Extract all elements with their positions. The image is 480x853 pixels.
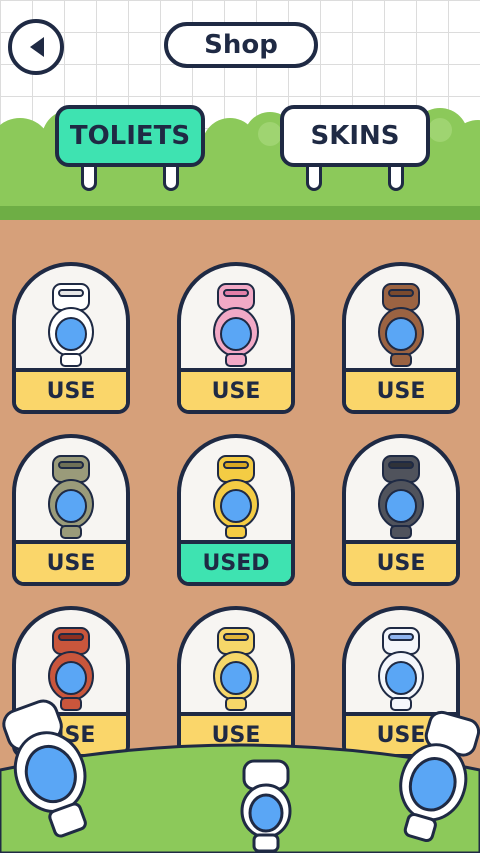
decorative-toilet-left-icon bbox=[2, 699, 87, 838]
use-button[interactable]: USE bbox=[346, 540, 456, 582]
golden-toilet-icon bbox=[213, 455, 259, 539]
toilet-card[interactable]: USE bbox=[342, 262, 460, 414]
white-toilet-icon bbox=[48, 283, 94, 367]
pink-toilet-icon bbox=[213, 283, 259, 367]
toilet-card[interactable]: USE bbox=[342, 434, 460, 586]
decorative-toilet-right-icon bbox=[399, 710, 480, 843]
page-title: Shop bbox=[164, 22, 318, 68]
back-button[interactable] bbox=[8, 19, 64, 75]
tab-skins-label: SKINS bbox=[280, 105, 430, 167]
use-button[interactable]: USE bbox=[181, 368, 291, 410]
toilet-card[interactable]: USED bbox=[177, 434, 295, 586]
used-button[interactable]: USED bbox=[181, 540, 291, 582]
angel-toilet-icon bbox=[378, 627, 424, 711]
tab-toilets-label: TOLIETS bbox=[55, 105, 205, 167]
back-arrow-icon bbox=[30, 37, 44, 57]
wooden-toilet-icon bbox=[378, 283, 424, 367]
toilet-card[interactable]: USE bbox=[12, 262, 130, 414]
use-button[interactable]: USE bbox=[16, 368, 126, 410]
toilet-card[interactable]: USE bbox=[177, 262, 295, 414]
winged-gold-toilet-icon bbox=[213, 627, 259, 711]
tab-skins[interactable]: SKINS bbox=[280, 105, 430, 191]
toilet-card[interactable]: USE bbox=[12, 434, 130, 586]
use-button[interactable]: USE bbox=[346, 368, 456, 410]
olive-toilet-icon bbox=[48, 455, 94, 539]
use-button[interactable]: USE bbox=[16, 540, 126, 582]
tab-toilets[interactable]: TOLIETS bbox=[55, 105, 205, 191]
decorative-toilet-center-icon bbox=[240, 759, 292, 853]
robot-toilet-icon bbox=[378, 455, 424, 539]
